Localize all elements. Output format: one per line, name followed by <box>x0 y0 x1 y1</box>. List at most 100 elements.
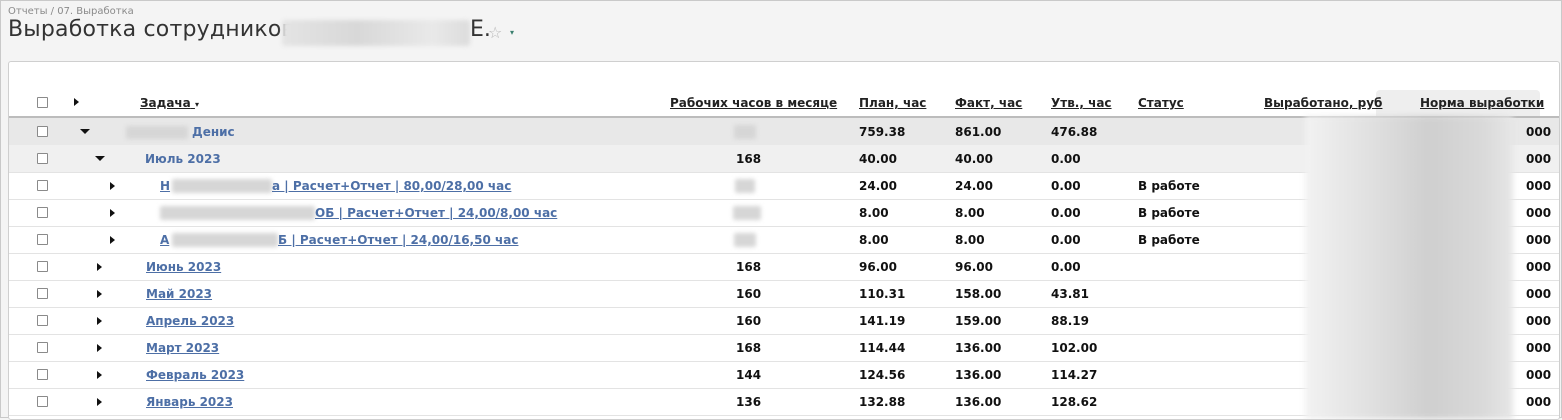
plan-value: 114.44 <box>859 341 906 355</box>
month-link[interactable]: Апрель 2023 <box>146 314 234 328</box>
status-value: В работе <box>1138 206 1200 220</box>
favorite-star-icon[interactable]: ☆ <box>488 23 502 42</box>
collapse-icon[interactable] <box>80 129 90 134</box>
hours-value: 136 <box>736 395 762 409</box>
expand-icon[interactable] <box>97 371 102 379</box>
plan-value: 40.00 <box>859 152 897 166</box>
norm-value: 000 <box>1526 395 1552 409</box>
norm-value: 000 <box>1526 368 1552 382</box>
expand-all-icon[interactable] <box>74 98 79 106</box>
expand-icon[interactable] <box>97 344 102 352</box>
plan-value: 132.88 <box>859 395 906 409</box>
fact-value: 136.00 <box>955 368 1002 382</box>
norm-value: 000 <box>1526 314 1552 328</box>
expand-icon[interactable] <box>97 398 102 406</box>
hours-value: 160 <box>736 287 762 301</box>
approved-value: 128.62 <box>1051 395 1098 409</box>
month-link[interactable]: Май 2023 <box>146 287 212 301</box>
status-value: В работе <box>1138 179 1200 193</box>
fact-value: 8.00 <box>955 233 985 247</box>
norm-value: 000 <box>1526 206 1552 220</box>
col-earned[interactable]: Выработано, руб <box>1264 96 1382 110</box>
norm-value: 000 <box>1526 233 1552 247</box>
select-all-checkbox[interactable] <box>37 97 48 108</box>
col-approved[interactable]: Утв., час <box>1051 96 1112 110</box>
norm-value: 000 <box>1526 341 1552 355</box>
month-link[interactable]: Март 2023 <box>146 341 219 355</box>
expand-icon[interactable] <box>97 290 102 298</box>
expand-icon[interactable] <box>110 182 115 190</box>
approved-value: 102.00 <box>1051 341 1098 355</box>
month-link[interactable]: Февраль 2023 <box>146 368 244 382</box>
row-checkbox[interactable] <box>37 126 48 137</box>
report-table: Задача ▾ Рабочих часов в месяце План, ча… <box>8 61 1560 420</box>
hours-value: 168 <box>736 260 762 274</box>
month-link[interactable]: Июль 2023 <box>145 152 221 166</box>
breadcrumb[interactable]: Отчеты / 07. Выработка <box>8 6 134 17</box>
row-checkbox[interactable] <box>37 234 48 245</box>
task-link[interactable]: а | Расчет+Отчет | 80,00/28,00 час <box>272 179 511 193</box>
plan-value: 8.00 <box>859 206 889 220</box>
col-hours-month[interactable]: Рабочих часов в месяце <box>670 96 837 110</box>
row-checkbox[interactable] <box>37 180 48 191</box>
row-checkbox[interactable] <box>37 288 48 299</box>
status-value: В работе <box>1138 233 1200 247</box>
expand-icon[interactable] <box>110 236 115 244</box>
plan-value: 759.38 <box>859 125 906 139</box>
fact-value: 136.00 <box>955 341 1002 355</box>
month-link[interactable]: Июнь 2023 <box>146 260 221 274</box>
month-link[interactable]: Январь 2023 <box>146 395 233 409</box>
row-checkbox[interactable] <box>37 207 48 218</box>
hours-value: 168 <box>736 152 762 166</box>
row-checkbox[interactable] <box>37 315 48 326</box>
title-redacted <box>282 20 470 46</box>
fact-value: 24.00 <box>955 179 993 193</box>
approved-value: 0.00 <box>1051 260 1081 274</box>
approved-value: 43.81 <box>1051 287 1089 301</box>
redacted-task-name <box>172 179 272 193</box>
plan-value: 8.00 <box>859 233 889 247</box>
fact-value: 159.00 <box>955 314 1002 328</box>
col-status[interactable]: Статус <box>1138 96 1184 110</box>
expand-icon[interactable] <box>97 263 102 271</box>
norm-value: 000 <box>1526 152 1552 166</box>
approved-value: 0.00 <box>1051 206 1081 220</box>
favorite-dropdown-icon[interactable]: ▾ <box>510 28 514 37</box>
col-norm[interactable]: Норма выработки <box>1420 96 1544 110</box>
row-checkbox[interactable] <box>37 369 48 380</box>
redacted-hours <box>733 206 761 220</box>
col-task[interactable]: Задача ▾ <box>140 96 199 110</box>
task-link-prefix[interactable]: А <box>160 233 169 247</box>
redacted-hours <box>735 179 755 193</box>
employee-name[interactable]: Денис <box>192 125 235 139</box>
norm-value: 000 <box>1526 260 1552 274</box>
fact-value: 96.00 <box>955 260 993 274</box>
norm-value: 000 <box>1526 287 1552 301</box>
col-fact[interactable]: Факт, час <box>955 96 1022 110</box>
hours-value: 144 <box>736 368 762 382</box>
row-checkbox[interactable] <box>37 396 48 407</box>
collapse-icon[interactable] <box>95 156 105 161</box>
fact-value: 158.00 <box>955 287 1002 301</box>
task-link-prefix[interactable]: Н <box>160 179 170 193</box>
approved-value: 476.88 <box>1051 125 1098 139</box>
approved-value: 114.27 <box>1051 368 1098 382</box>
expand-icon[interactable] <box>110 209 115 217</box>
plan-value: 141.19 <box>859 314 906 328</box>
redacted-surname <box>126 126 188 139</box>
row-checkbox[interactable] <box>37 153 48 164</box>
col-plan[interactable]: План, час <box>859 96 926 110</box>
approved-value: 88.19 <box>1051 314 1089 328</box>
task-link[interactable]: Б | Расчет+Отчет | 24,00/16,50 час <box>278 233 518 247</box>
hours-value: 160 <box>736 314 762 328</box>
table-header: Задача ▾ Рабочих часов в месяце План, ча… <box>9 90 1559 118</box>
row-checkbox[interactable] <box>37 261 48 272</box>
approved-value: 0.00 <box>1051 233 1081 247</box>
fact-value: 8.00 <box>955 206 985 220</box>
expand-icon[interactable] <box>97 317 102 325</box>
norm-value: 000 <box>1526 125 1552 139</box>
row-checkbox[interactable] <box>37 342 48 353</box>
task-link[interactable]: ОБ | Расчет+Отчет | 24,00/8,00 час <box>315 206 557 220</box>
approved-value: 0.00 <box>1051 152 1081 166</box>
redacted-hours <box>734 125 756 139</box>
